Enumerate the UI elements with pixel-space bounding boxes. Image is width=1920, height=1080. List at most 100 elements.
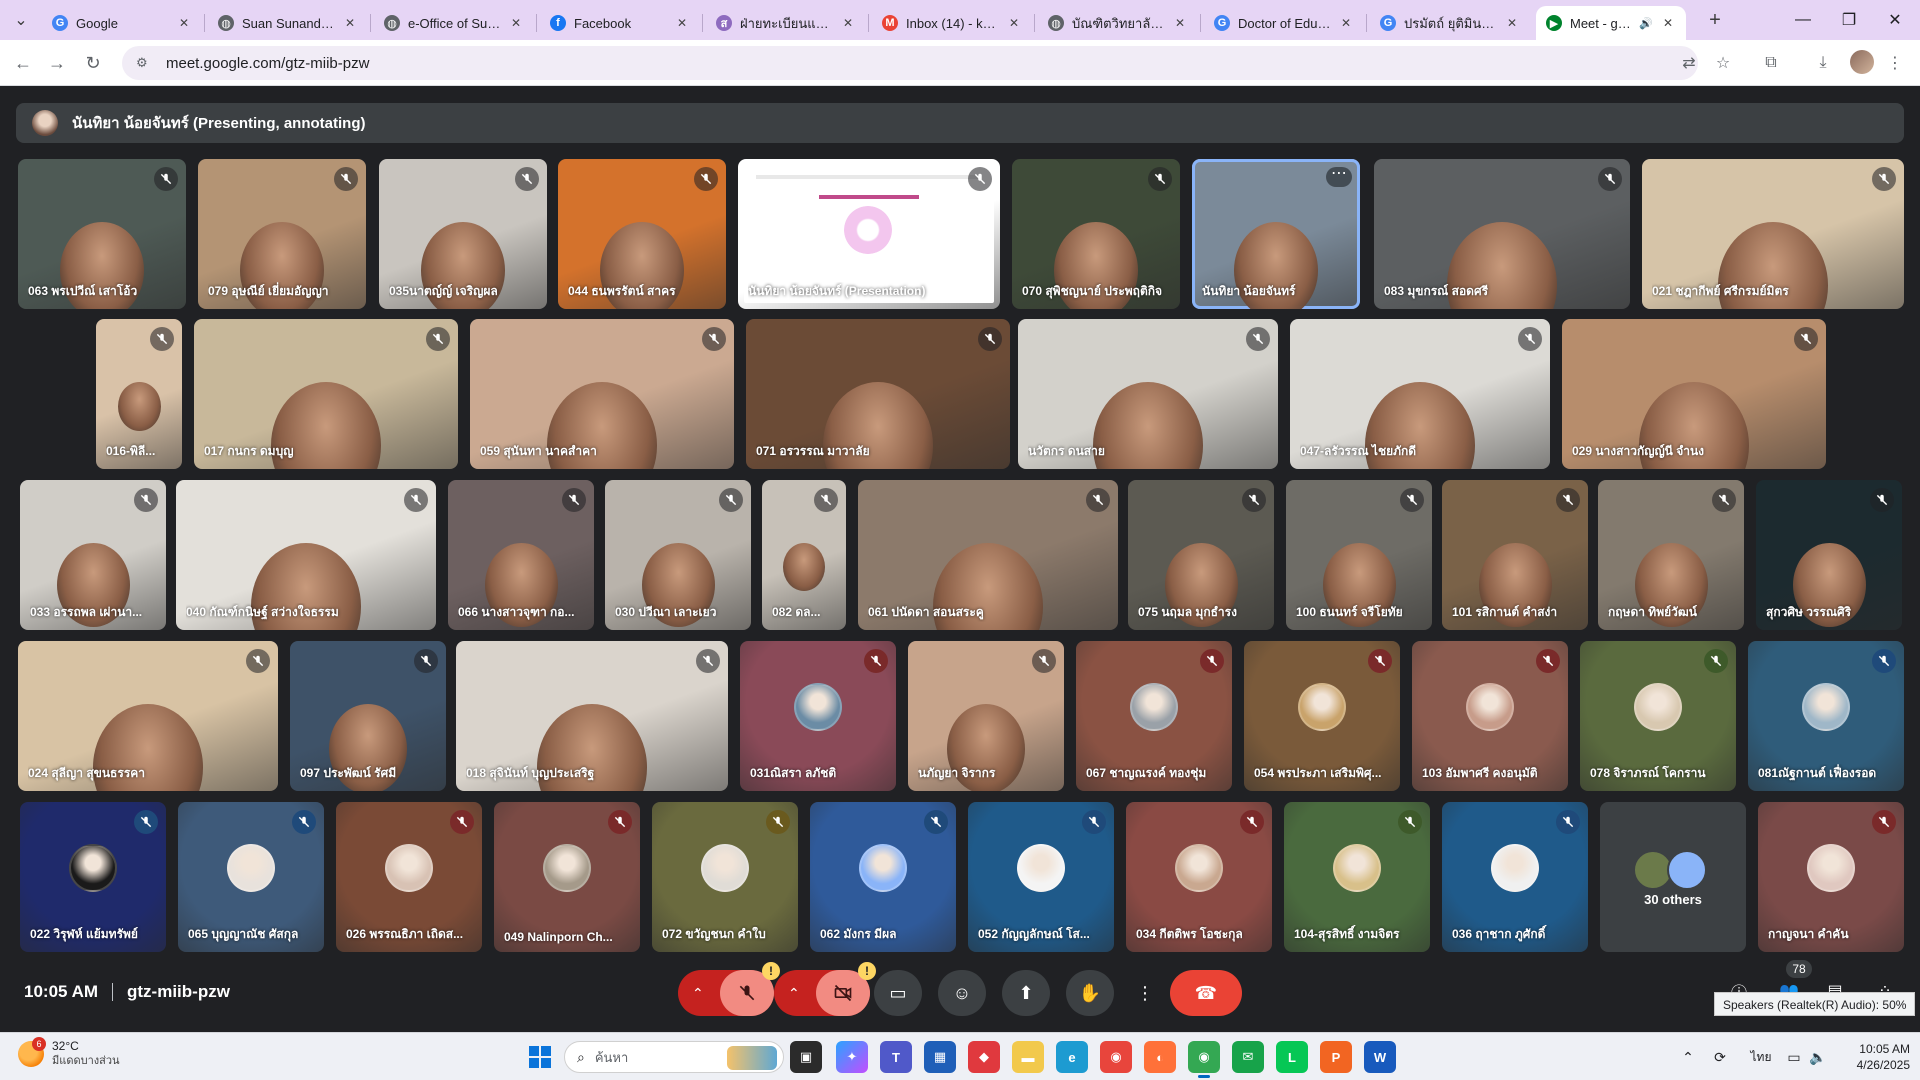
weather-widget[interactable]: 6 32°C มีแดดบางส่วน: [18, 1037, 120, 1069]
participant-tile[interactable]: 018 สุจินันท์ บุญประเสริฐ: [456, 641, 728, 791]
participant-tile[interactable]: 079 อุษณีย์ เยี่ยมอัญญา: [198, 159, 366, 309]
tab-close-icon[interactable]: ✕: [674, 16, 690, 30]
start-button[interactable]: [524, 1041, 556, 1073]
tab-close-icon[interactable]: ✕: [176, 16, 192, 30]
reactions-button[interactable]: ☺: [938, 970, 986, 1016]
bookmark-star-icon[interactable]: ☆: [1708, 48, 1738, 78]
participant-tile[interactable]: 044 ธนพรรัตน์ สาคร: [558, 159, 726, 309]
participant-tile[interactable]: 054 พรประภา เสริมพิศุ...: [1244, 641, 1400, 791]
participant-tile[interactable]: 101 รสิกานต์ คำสง่า: [1442, 480, 1588, 630]
participant-tile[interactable]: 103 อัมพาศรี คงอนุมัติ: [1412, 641, 1568, 791]
participant-tile[interactable]: 031ณิสรา ลภัชติ: [740, 641, 896, 791]
site-info-icon[interactable]: ⚙: [136, 55, 152, 71]
tab-audio-icon[interactable]: 🔊: [1638, 17, 1654, 30]
participant-tile[interactable]: 061 ปนัดดา สอนสระคู: [858, 480, 1118, 630]
participant-tile[interactable]: 030 ปวีณา เลาะเยว: [605, 480, 751, 630]
participant-tile[interactable]: 104-สุรสิทธิ์ งามจิตร: [1284, 802, 1430, 952]
more-options-button[interactable]: ⋮: [1130, 970, 1160, 1016]
camera-off-button[interactable]: !: [816, 962, 876, 1016]
tab-close-icon[interactable]: ✕: [1660, 16, 1676, 30]
browser-tab[interactable]: G Google ✕: [42, 6, 202, 40]
participant-tile[interactable]: 070 สุพิชญนาย์ ประพฤติกิจ: [1012, 159, 1180, 309]
new-tab-plus-icon[interactable]: +: [1700, 6, 1730, 34]
download-icon[interactable]: ⤓: [1808, 48, 1838, 78]
chrome-icon[interactable]: ◉: [1100, 1041, 1132, 1073]
store-icon[interactable]: ▦: [924, 1041, 956, 1073]
present-screen-button[interactable]: ⬆: [1002, 970, 1050, 1016]
participant-tile[interactable]: 024 สุลีญา สุขนธรรคา: [18, 641, 278, 791]
participant-tile[interactable]: 034 กีตติพร โอชะกุล: [1126, 802, 1272, 952]
participant-tile[interactable]: 016-พิลี...: [96, 319, 182, 469]
participant-tile[interactable]: 063 พรเปวีณ์ เสาโอ้ว: [18, 159, 186, 309]
sync-icon[interactable]: ⟳: [1710, 1047, 1730, 1067]
participant-tile[interactable]: กฤษดา ทิพย์วัฒน์: [1598, 480, 1744, 630]
tab-close-icon[interactable]: ✕: [1172, 16, 1188, 30]
browser-tab[interactable]: ◍ e-Office of Suan S ✕: [374, 6, 534, 40]
tab-close-icon[interactable]: ✕: [508, 16, 524, 30]
participant-tile[interactable]: 067 ชาญณรงค์ ทองชุ่ม: [1076, 641, 1232, 791]
browser-tab[interactable]: G ปรมัตถ์ ยุติมินต์ - ค้น ✕: [1370, 6, 1530, 40]
participant-tile[interactable]: 066 นางสาวจุฑา กอ...: [448, 480, 594, 630]
participant-tile[interactable]: 047-ลรัวรรณ ไชยภักดี: [1290, 319, 1550, 469]
participant-tile[interactable]: 049 Nalinporn Ch...: [494, 802, 640, 952]
participant-tile[interactable]: 078 จิราภรณ์ โคกราน: [1580, 641, 1736, 791]
language-indicator[interactable]: ไทย: [1748, 1047, 1774, 1067]
participant-tile[interactable]: 071 อรวรรณ มาวาลัย: [746, 319, 1010, 469]
minimize-window-icon[interactable]: —: [1780, 0, 1826, 40]
reload-icon[interactable]: ↻: [78, 48, 108, 78]
taskbar-clock[interactable]: 10:05 AM 4/26/2025: [1840, 1041, 1910, 1073]
participant-tile[interactable]: 097 ประพัฒน์ รัศมี: [290, 641, 446, 791]
profile-avatar[interactable]: [1850, 50, 1874, 74]
browser-tab[interactable]: M Inbox (14) - kanja ✕: [872, 6, 1032, 40]
participant-tile[interactable]: 100 ธนนทร์ จรีโยทัย: [1286, 480, 1432, 630]
back-arrow-icon[interactable]: ←: [8, 48, 38, 78]
powerpoint-icon[interactable]: P: [1320, 1041, 1352, 1073]
firefox-icon[interactable]: ◐: [1144, 1041, 1176, 1073]
browser-tab[interactable]: ◍ บัณฑิตวิทยาลัย มหา ✕: [1038, 6, 1198, 40]
raise-hand-button[interactable]: ✋: [1066, 970, 1114, 1016]
participant-tile[interactable]: 081ณัฐกานต์ เฟื่องรอด: [1748, 641, 1904, 791]
mic-off-button[interactable]: !: [720, 962, 780, 1016]
tab-close-icon[interactable]: ✕: [1504, 16, 1520, 30]
participant-tile[interactable]: 033 อรรถพล เผ่านา...: [20, 480, 166, 630]
participant-tile[interactable]: ⋯ นันทิยา น้อยจันทร์: [1192, 159, 1360, 309]
anydesk-icon[interactable]: ◆: [968, 1041, 1000, 1073]
tab-close-icon[interactable]: ✕: [1338, 16, 1354, 30]
participant-tile[interactable]: สุกวศิษ วรรณศิริ: [1756, 480, 1902, 630]
participant-tile[interactable]: 062 มังกร มีผล: [810, 802, 956, 952]
participant-tile[interactable]: 017 กนกร ดมบุญ: [194, 319, 458, 469]
meeting-code[interactable]: gtz-miib-pzw: [127, 982, 230, 1002]
participant-tile[interactable]: 035นาตญ์ญ์ เจริญผล: [379, 159, 547, 309]
participant-tile[interactable]: 059 สุนันทา นาคสำคา: [470, 319, 734, 469]
camera-options-chevron-icon[interactable]: ⌃: [788, 985, 800, 1002]
tab-close-icon[interactable]: ✕: [342, 16, 358, 30]
tab-close-icon[interactable]: ✕: [840, 16, 856, 30]
close-window-icon[interactable]: ✕: [1872, 0, 1918, 40]
participant-tile[interactable]: 022 วิรุฬห์ แย้มทรัพย์: [20, 802, 166, 952]
word-icon[interactable]: W: [1364, 1041, 1396, 1073]
translate-icon[interactable]: ⇄: [1674, 48, 1704, 78]
others-tile[interactable]: 30 others: [1600, 802, 1746, 952]
network-icon[interactable]: ▭: [1784, 1047, 1804, 1067]
mic-options-chevron-icon[interactable]: ⌃: [692, 985, 704, 1002]
participant-tile[interactable]: 082 ดล...: [762, 480, 846, 630]
participant-tile[interactable]: 072 ขวัญชนก คำใบ: [652, 802, 798, 952]
captions-button[interactable]: ▭: [874, 970, 922, 1016]
edge-icon[interactable]: e: [1056, 1041, 1088, 1073]
copilot-icon[interactable]: ✦: [836, 1041, 868, 1073]
tile-more-options-icon[interactable]: ⋯: [1326, 166, 1352, 187]
participant-tile[interactable]: 052 กัญญลักษณ์ โส...: [968, 802, 1114, 952]
browser-tab[interactable]: ◍ Suan Sunandha R ✕: [208, 6, 368, 40]
address-bar[interactable]: ⚙ meet.google.com/gtz-miib-pzw: [122, 46, 1698, 80]
browser-tab[interactable]: G Doctor of Educatio ✕: [1204, 6, 1364, 40]
browser-tab[interactable]: f Facebook ✕: [540, 6, 700, 40]
restore-window-icon[interactable]: ❐: [1826, 0, 1872, 40]
chrome-profile-icon[interactable]: ◉: [1188, 1041, 1220, 1078]
presentation-tile[interactable]: นันทิยา น้อยจันทร์ (Presentation): [738, 159, 1000, 309]
tray-overflow-chevron-icon[interactable]: ⌃: [1678, 1047, 1698, 1067]
participant-tile[interactable]: 026 พรรณธิภา เถิดส...: [336, 802, 482, 952]
line-icon[interactable]: L: [1276, 1041, 1308, 1073]
file-explorer-icon[interactable]: ▬: [1012, 1041, 1044, 1073]
tab-close-icon[interactable]: ✕: [1006, 16, 1022, 30]
participant-tile[interactable]: 065 บุญญาณัช ศัสกุล: [178, 802, 324, 952]
